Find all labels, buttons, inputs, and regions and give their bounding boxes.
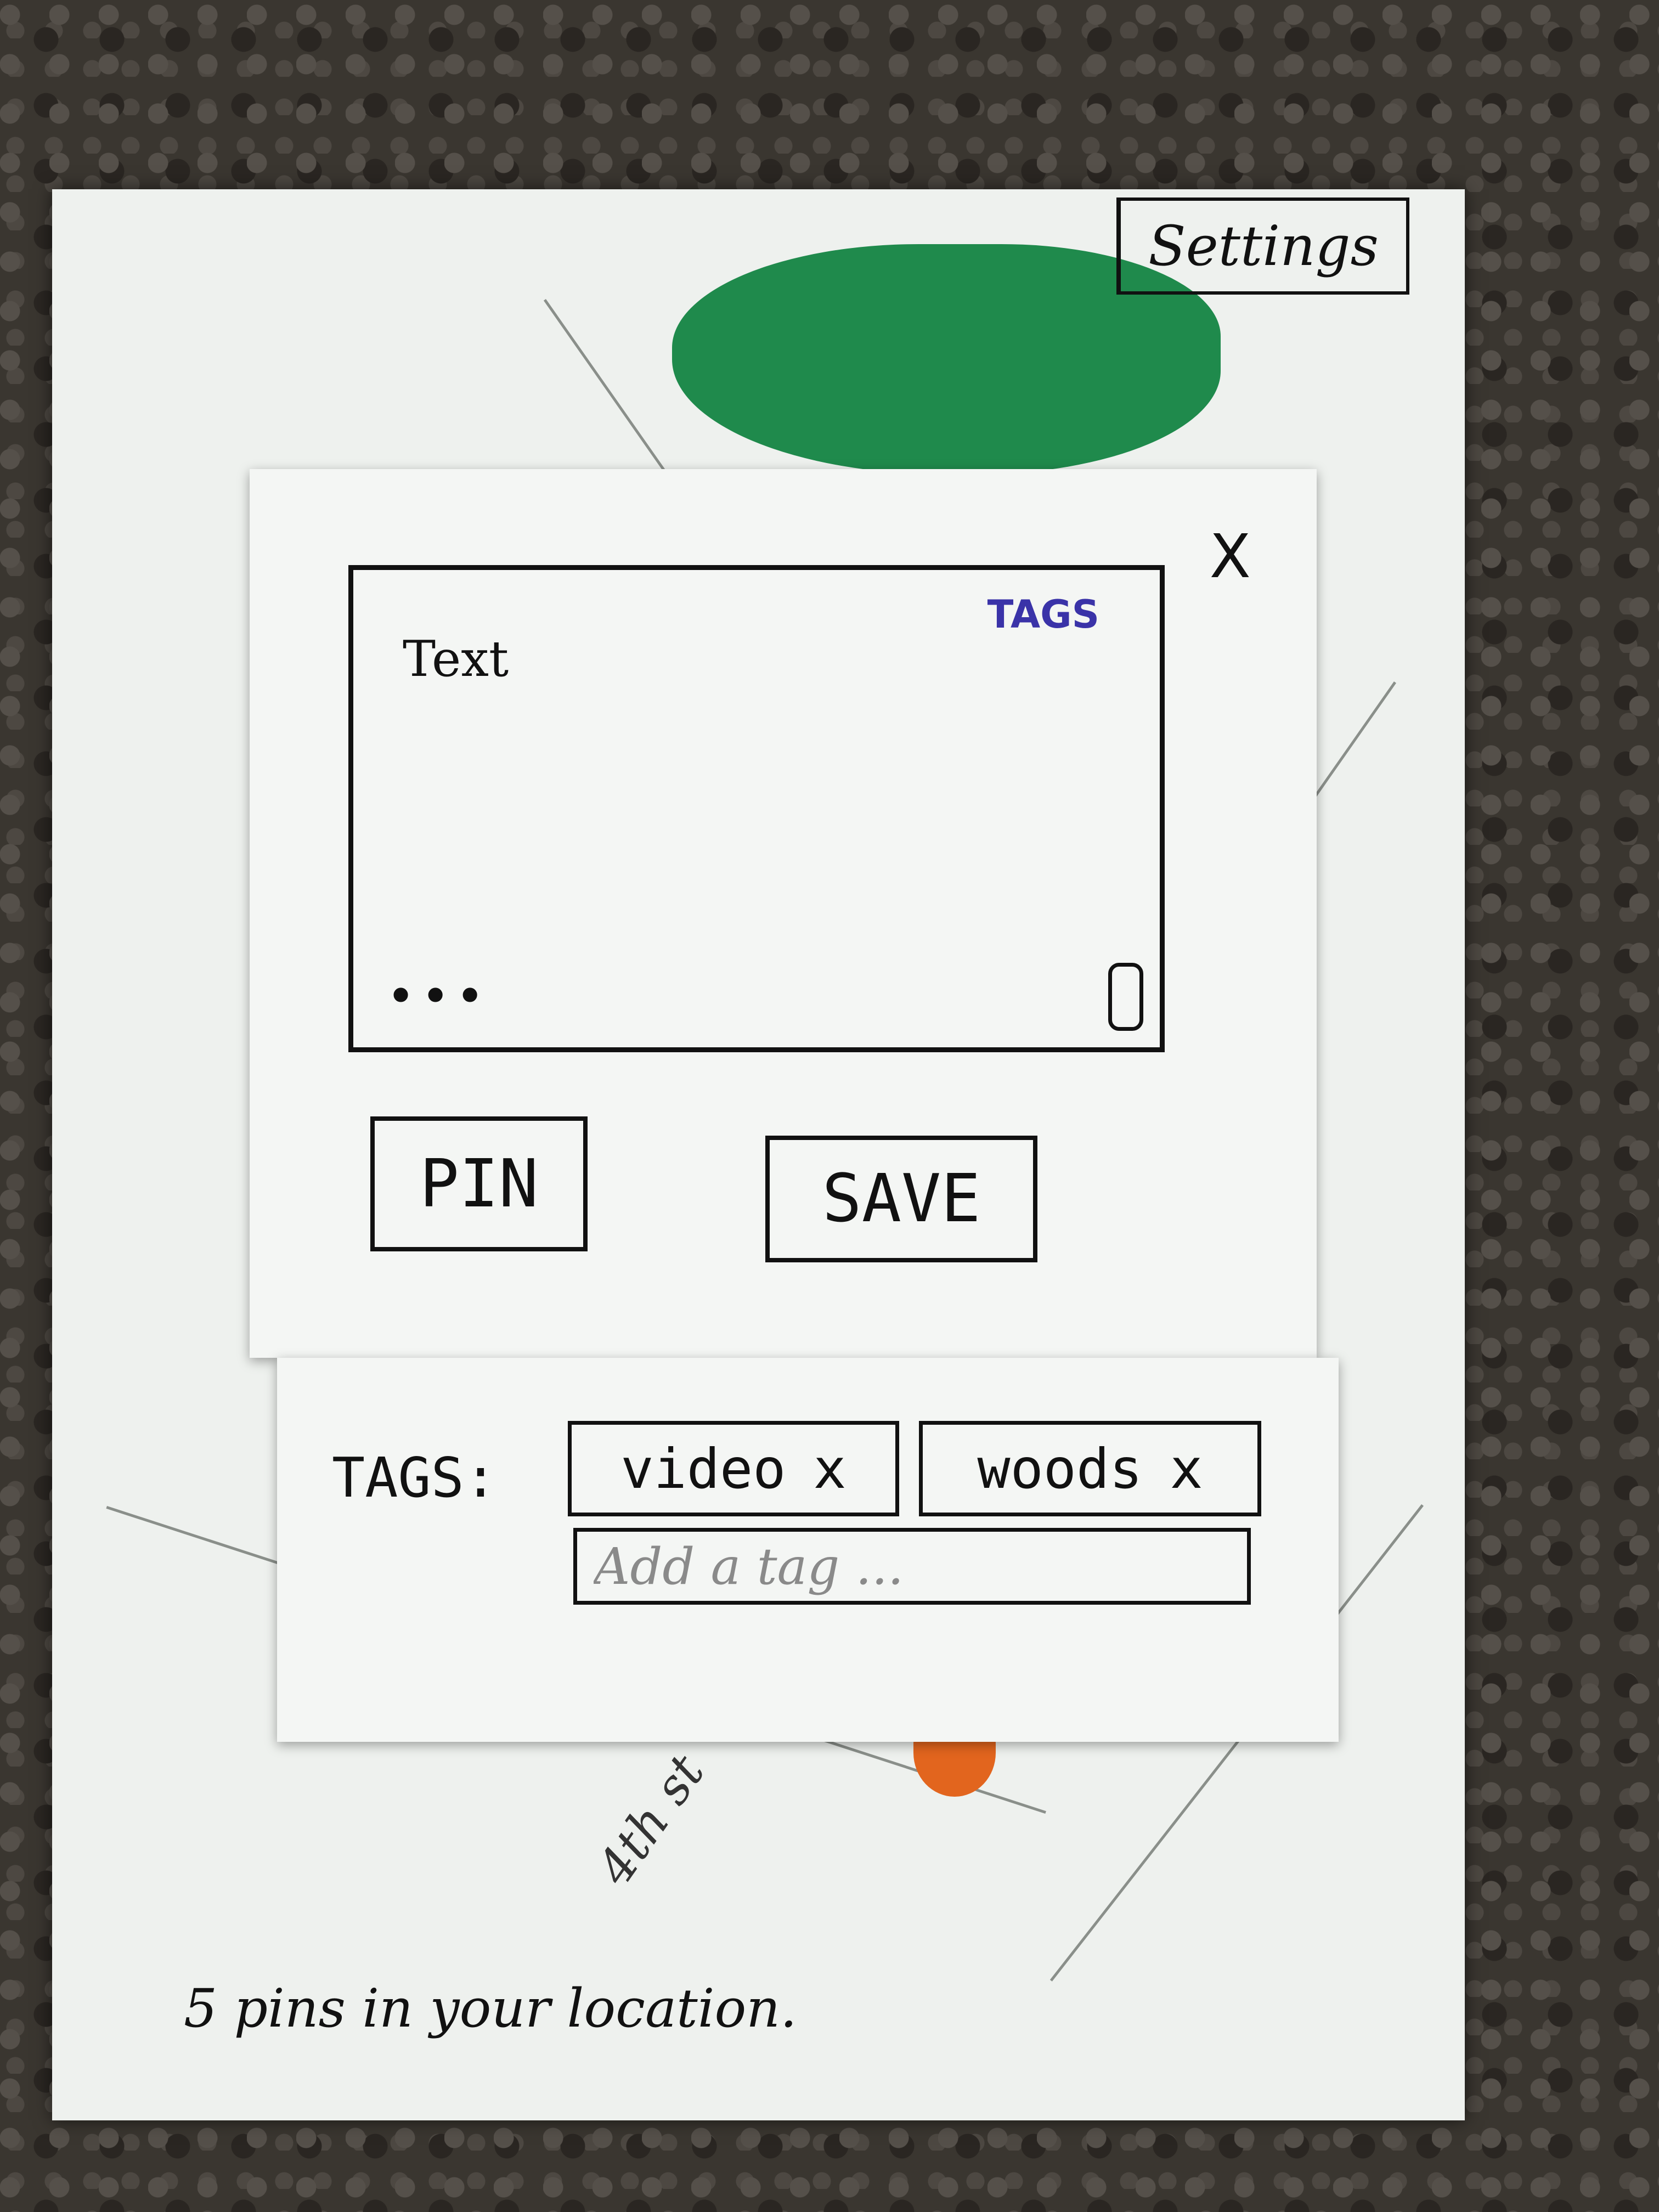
tag-chip-woods[interactable]: woods x	[919, 1421, 1261, 1516]
tags-panel: TAGS: video x woods x	[277, 1358, 1339, 1742]
pin-button[interactable]: PIN	[370, 1116, 588, 1251]
add-tag-input[interactable]	[573, 1528, 1251, 1605]
street-label: 4th st	[585, 1744, 716, 1896]
text-placeholder: Text	[403, 630, 509, 688]
pin-text-area[interactable]: Text TAGS •••	[348, 565, 1165, 1052]
remove-tag-icon[interactable]: x	[1170, 1437, 1203, 1501]
tag-label: woods	[977, 1436, 1143, 1501]
save-button[interactable]: SAVE	[765, 1136, 1037, 1262]
attachment-icon[interactable]	[1108, 963, 1143, 1031]
remove-tag-icon[interactable]: x	[813, 1437, 846, 1501]
tag-label: video	[620, 1436, 786, 1501]
more-options-icon[interactable]: •••	[386, 968, 490, 1025]
close-icon[interactable]: X	[1210, 521, 1251, 591]
tags-title: TAGS:	[332, 1446, 498, 1510]
settings-button[interactable]: Settings	[1116, 198, 1409, 295]
tag-chip-video[interactable]: video x	[568, 1421, 899, 1516]
tags-link[interactable]: TAGS	[988, 592, 1099, 637]
pin-editor-modal: X Text TAGS ••• PIN SAVE	[250, 469, 1317, 1358]
pins-count-status: 5 pins in your location.	[184, 1978, 797, 2039]
